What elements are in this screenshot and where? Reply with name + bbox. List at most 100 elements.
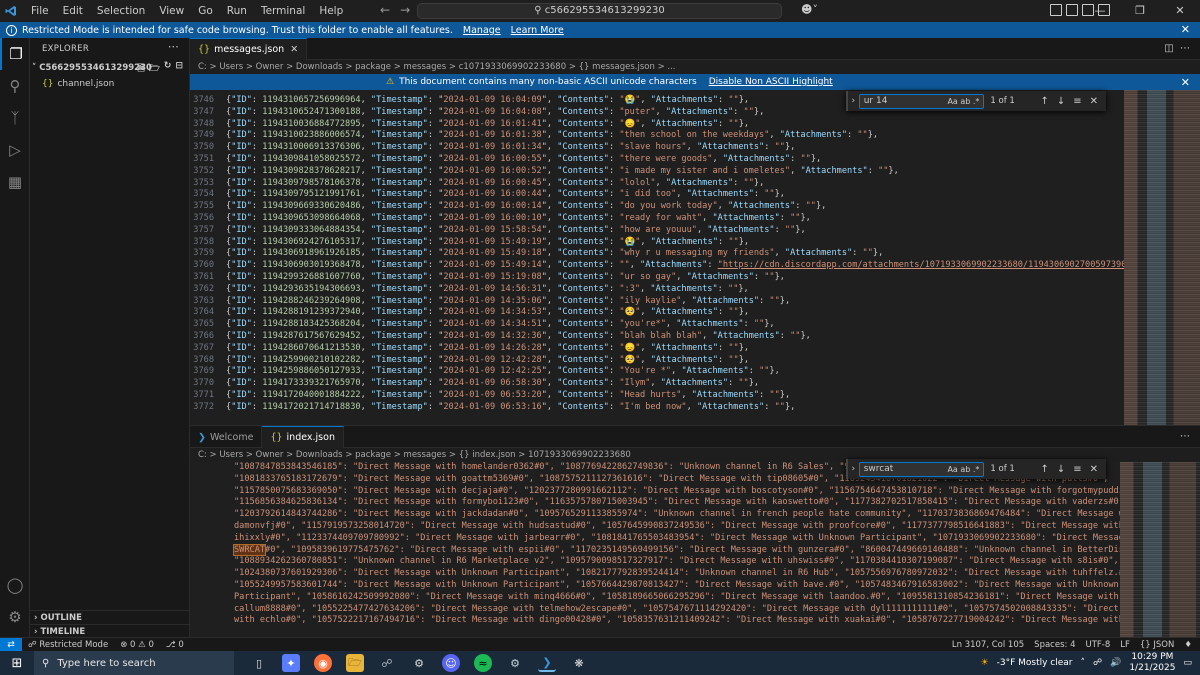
network-icon[interactable]: ☍	[1093, 658, 1102, 668]
end-of-line[interactable]: LF	[1120, 640, 1130, 650]
weather-icon[interactable]: ☀	[981, 658, 989, 668]
copilot-app-icon[interactable]: ✦	[282, 654, 300, 672]
indentation[interactable]: Spaces: 4	[1034, 640, 1075, 650]
steam-icon[interactable]: ⚙	[506, 654, 524, 672]
run-debug-icon[interactable]: ▷	[0, 134, 30, 166]
menu-help[interactable]: Help	[312, 0, 350, 22]
minimap[interactable]	[1124, 90, 1200, 425]
messages-json-editor[interactable]: 3746 {"ID": 1194310657256996964, "Timesta…	[190, 90, 1124, 425]
encoding[interactable]: UTF-8	[1085, 640, 1110, 650]
menu-edit[interactable]: Edit	[56, 0, 90, 22]
json-value: "😞"	[619, 118, 641, 129]
restricted-mode-status[interactable]: ☍ Restricted Mode	[22, 640, 114, 650]
menu-run[interactable]: Run	[220, 0, 254, 22]
tab-messages-json[interactable]: {} messages.json ✕	[190, 38, 308, 60]
new-folder-icon[interactable]: 🗁	[149, 61, 160, 77]
manage-gear-icon[interactable]: ⚙	[0, 601, 30, 633]
previous-match-icon[interactable]: ↑	[1040, 464, 1048, 475]
next-match-icon[interactable]: ↓	[1057, 464, 1065, 475]
extensions-icon[interactable]: ▦	[0, 166, 30, 198]
settings-gear-icon[interactable]: ⚙	[410, 654, 428, 672]
forward-arrow-icon[interactable]: →	[400, 3, 410, 17]
menu-terminal[interactable]: Terminal	[254, 0, 312, 22]
menu-view[interactable]: View	[152, 0, 191, 22]
account-icon[interactable]: ◯	[0, 569, 30, 601]
source-control-icon[interactable]: ᛉ	[0, 102, 30, 134]
manage-link[interactable]: Manage	[463, 25, 501, 36]
remote-indicator-icon[interactable]: ⇄	[0, 637, 22, 652]
close-find-icon[interactable]: ✕	[1090, 96, 1098, 107]
new-file-icon[interactable]: 🗎	[137, 61, 144, 77]
close-banner-icon[interactable]: ✕	[1181, 23, 1190, 36]
toggle-replace-chevron-icon[interactable]: ›	[848, 464, 859, 474]
discord-icon[interactable]: ☺	[442, 654, 460, 672]
find-in-selection-icon[interactable]: ≡	[1073, 464, 1081, 475]
find-in-selection-icon[interactable]: ≡	[1073, 96, 1081, 107]
notifications-bell-icon[interactable]: ♦	[1184, 640, 1192, 650]
weather-text[interactable]: -3°F Mostly clear	[997, 658, 1073, 668]
more-actions-icon[interactable]: ⋯	[1180, 43, 1190, 54]
firefox-icon[interactable]: ◉	[314, 654, 332, 672]
notification-icon[interactable]: ▭	[1183, 658, 1192, 668]
menu-selection[interactable]: Selection	[90, 0, 152, 22]
tab-index-json[interactable]: {} index.json	[262, 426, 344, 448]
shield-app-icon[interactable]: ☍	[378, 654, 396, 672]
more-actions-icon[interactable]: ⋯	[168, 40, 179, 53]
task-view-icon[interactable]: ▯	[250, 654, 268, 672]
next-match-icon[interactable]: ↓	[1057, 96, 1065, 107]
chatgpt-icon[interactable]: ❋	[570, 654, 588, 672]
tab-welcome[interactable]: ❯ Welcome	[190, 426, 263, 448]
previous-match-icon[interactable]: ↑	[1040, 96, 1048, 107]
search-match-highlight: SWRCAT	[232, 543, 267, 556]
json-syntax: : "	[427, 224, 444, 235]
ports-status[interactable]: ⎇ 0	[160, 640, 190, 650]
json-value: #0", "1095839619775475762": "Direct Mess…	[265, 544, 1120, 555]
spotify-icon[interactable]: ≈	[474, 654, 492, 672]
volume-icon[interactable]: 🔊	[1110, 658, 1121, 668]
close-tab-icon[interactable]: ✕	[290, 44, 298, 55]
menu-file[interactable]: File	[24, 0, 56, 22]
json-value: ""	[728, 354, 739, 365]
windows-start-icon[interactable]: ⊞	[0, 656, 34, 671]
refresh-icon[interactable]: ↻	[164, 61, 172, 77]
back-arrow-icon[interactable]: ←	[380, 3, 390, 17]
clock[interactable]: 10:29 PM 1/21/2025	[1129, 652, 1175, 674]
file-explorer-icon[interactable]: 🗁	[346, 654, 364, 672]
restore-icon[interactable]: ❐	[1120, 0, 1160, 22]
taskbar-search[interactable]: ⚲ Type here to search	[34, 651, 234, 675]
cursor-position[interactable]: Ln 3107, Col 105	[952, 640, 1024, 650]
problems-status[interactable]: ⊗ 0 ⚠ 0	[114, 640, 160, 650]
find-options[interactable]: Aa ab .*	[947, 463, 979, 476]
language-mode[interactable]: {} JSON	[1140, 640, 1174, 650]
search-view-icon[interactable]: ⚲	[0, 70, 30, 102]
disable-highlight-link[interactable]: Disable Non ASCII Highlight	[709, 77, 833, 87]
index-json-editor[interactable]: "1087847853843546185": "Direct Message w…	[190, 462, 1120, 637]
outline-section[interactable]: › OUTLINE	[30, 610, 190, 624]
find-input[interactable]: ur 14 Aa ab .*	[858, 93, 985, 109]
copilot-icon[interactable]: ☻˅	[801, 3, 818, 16]
vscode-app-icon[interactable]: ❯	[538, 654, 556, 672]
find-options[interactable]: Aa ab .*	[947, 95, 979, 108]
minimize-icon[interactable]: —	[1080, 0, 1120, 22]
split-editor-icon[interactable]: ◫	[1164, 43, 1173, 54]
more-actions-icon[interactable]: ⋯	[1180, 431, 1190, 442]
file-channel-json[interactable]: {} channel.json	[30, 76, 189, 92]
customize-layout-icon[interactable]	[1050, 4, 1062, 16]
json-syntax: "Contents"	[557, 95, 609, 105]
collapse-all-icon[interactable]: ⊟	[175, 61, 183, 77]
find-input[interactable]: swrcat Aa ab .*	[858, 461, 985, 477]
tray-overflow-chevron-icon[interactable]: ˄	[1080, 658, 1085, 668]
close-warning-icon[interactable]: ✕	[1181, 76, 1190, 89]
close-icon[interactable]: ✕	[1160, 0, 1200, 22]
timeline-section[interactable]: › TIMELINE	[30, 624, 190, 638]
toggle-sidebar-icon[interactable]	[1066, 4, 1078, 16]
command-center[interactable]: ⚲ c566295534613299230	[417, 3, 782, 19]
minimap[interactable]	[1120, 462, 1200, 637]
explorer-icon[interactable]: ❐	[0, 38, 30, 70]
workspace-folder[interactable]: ˅ C566295534613299230 🗎 🗁 ↻ ⊟	[30, 60, 189, 76]
toggle-replace-chevron-icon[interactable]: ›	[848, 96, 859, 106]
menu-go[interactable]: Go	[191, 0, 220, 22]
learn-more-link[interactable]: Learn More	[511, 25, 564, 36]
close-find-icon[interactable]: ✕	[1090, 464, 1098, 475]
breadcrumb[interactable]: C: > Users > Owner > Downloads > package…	[190, 60, 1200, 74]
